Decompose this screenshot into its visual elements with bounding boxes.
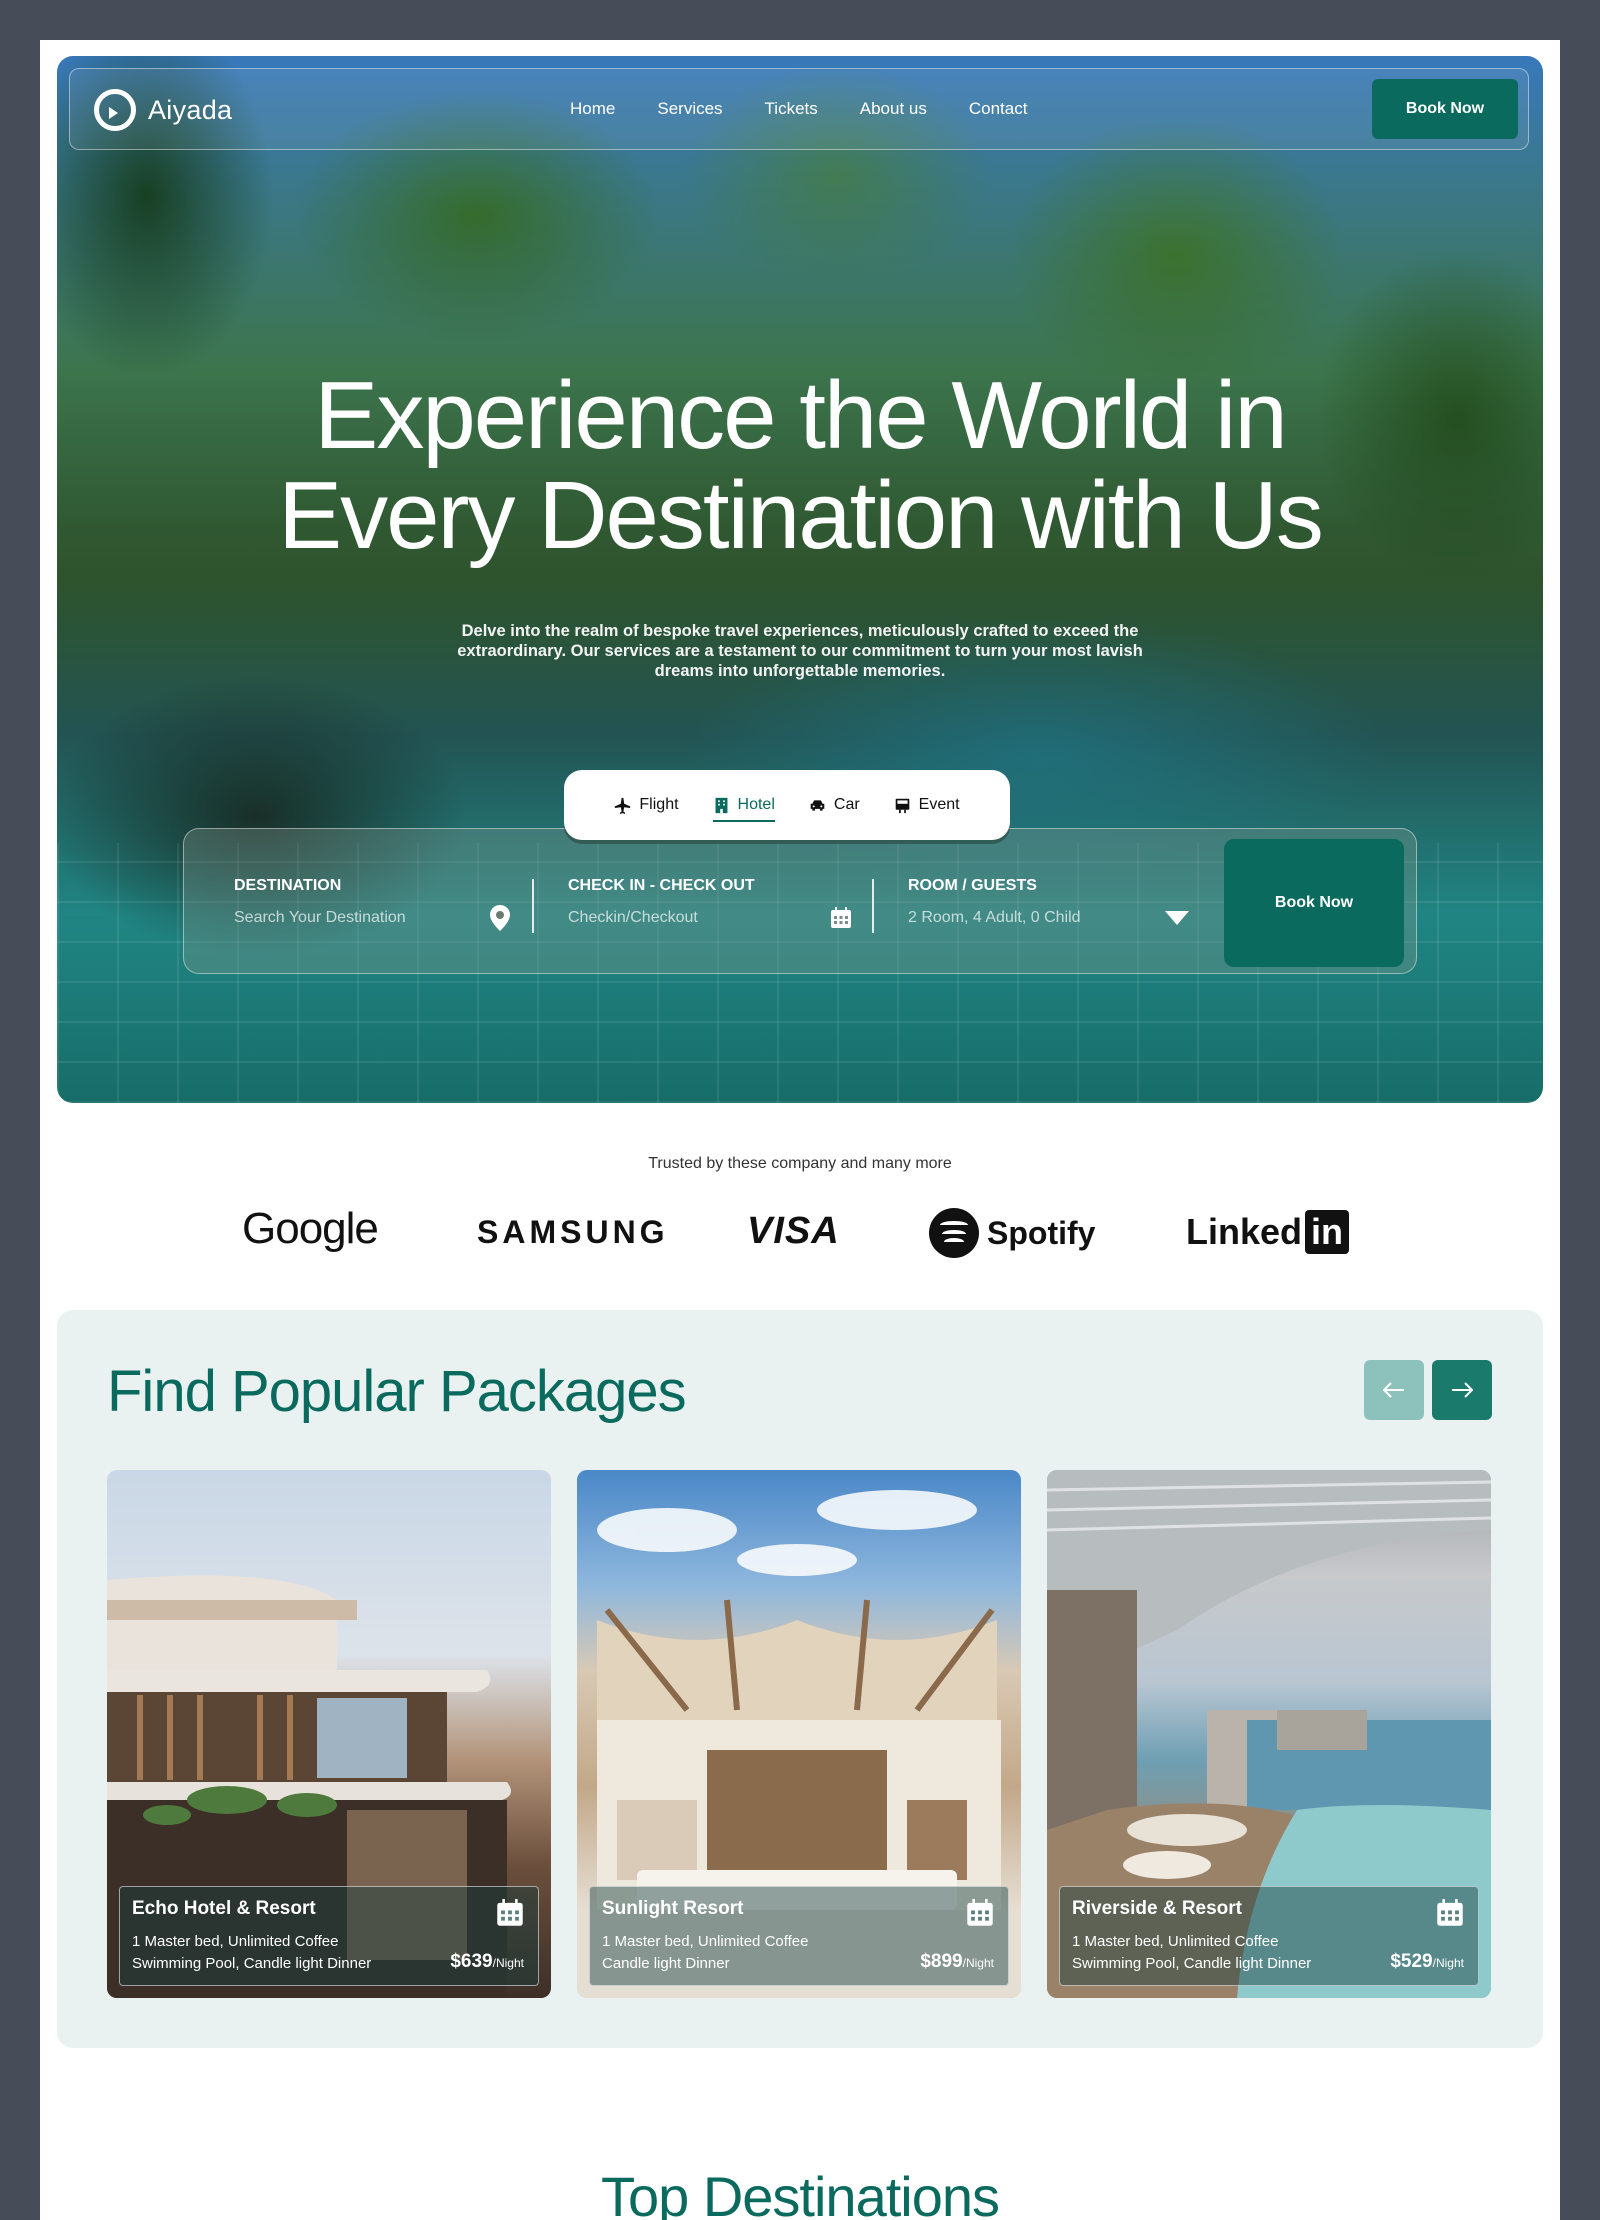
package-amenities-line-2: Swimming Pool, Candle light Dinner	[1072, 1955, 1312, 1972]
spotify-icon	[929, 1208, 979, 1258]
destination-label: DESTINATION	[234, 877, 342, 894]
chevron-down-icon[interactable]	[1165, 911, 1189, 925]
package-name: Riverside & Resort	[1072, 1898, 1243, 1919]
nav-link-home[interactable]: Home	[570, 99, 615, 119]
calendar-icon[interactable]	[496, 1899, 524, 1927]
spotify-logo: Spotify	[929, 1208, 1095, 1258]
calendar-icon[interactable]	[1436, 1899, 1464, 1927]
carousel-next-button[interactable]	[1432, 1360, 1492, 1420]
package-amenities-line-1: 1 Master bed, Unlimited Coffee	[602, 1933, 809, 1950]
package-description: 1 Master bed, Unlimited Coffee Candle li…	[602, 1931, 809, 1975]
package-price-value: $639	[450, 1951, 493, 1972]
location-pin-icon	[490, 905, 510, 931]
tab-event-label: Event	[918, 796, 960, 813]
visa-logo: VISA	[747, 1210, 840, 1252]
brand-logos: Google SAMSUNG VISA Spotify Linked in	[242, 1202, 1402, 1262]
package-price: $639/Night	[450, 1951, 524, 1973]
car-icon	[810, 799, 825, 811]
linkedin-logo: Linked in	[1186, 1210, 1350, 1254]
package-price-unit: /Night	[1432, 1956, 1464, 1970]
field-divider	[872, 879, 874, 933]
linkedin-in-box: in	[1305, 1210, 1350, 1254]
dates-field[interactable]: CHECK IN - CHECK OUT Checkin/Checkout	[568, 877, 755, 927]
carousel-prev-button[interactable]	[1364, 1360, 1424, 1420]
package-description: 1 Master bed, Unlimited Coffee Swimming …	[132, 1931, 371, 1975]
trusted-text: Trusted by these company and many more	[648, 1155, 952, 1172]
dates-label: CHECK IN - CHECK OUT	[568, 877, 755, 894]
tab-car-label: Car	[833, 796, 860, 813]
calendar-icon[interactable]	[966, 1899, 994, 1927]
arrow-left-icon	[1383, 1382, 1404, 1398]
hero-title-line-1: Experience the World in	[314, 362, 1287, 469]
package-price: $899/Night	[920, 1951, 994, 1973]
plane-icon	[615, 797, 631, 814]
building-icon	[715, 797, 727, 813]
nav-link-services[interactable]: Services	[657, 99, 722, 119]
booking-tabs: Flight Hotel Car Event	[564, 770, 1010, 840]
package-card[interactable]: Sunlight Resort 1 Master bed, Unlimited …	[577, 1470, 1021, 1998]
hero-section: Aiyada Home Services Tickets About us Co…	[57, 56, 1543, 1103]
spotify-wordmark: Spotify	[987, 1214, 1096, 1251]
package-card-info: Echo Hotel & Resort 1 Master bed, Unlimi…	[119, 1886, 539, 1986]
tab-hotel[interactable]: Hotel	[712, 796, 776, 822]
hero-title: Experience the World in Every Destinatio…	[57, 366, 1543, 566]
tab-flight-label: Flight	[639, 796, 679, 813]
search-book-now-button[interactable]: Book Now	[1224, 839, 1404, 967]
logo-text: Aiyada	[148, 94, 233, 125]
logo-icon	[94, 89, 136, 131]
tab-event[interactable]: Event	[894, 796, 960, 814]
popular-packages-section: Find Popular Packages Echo Hotel & Resor…	[57, 1310, 1543, 2048]
package-name: Echo Hotel & Resort	[132, 1898, 316, 1919]
package-name: Sunlight Resort	[602, 1898, 744, 1919]
package-price-unit: /Night	[492, 1956, 524, 1970]
package-price-value: $899	[920, 1951, 963, 1972]
package-amenities-line-2: Swimming Pool, Candle light Dinner	[132, 1955, 372, 1972]
tab-flight[interactable]: Flight	[614, 796, 679, 814]
arrow-right-icon	[1452, 1382, 1473, 1398]
field-divider	[532, 879, 534, 933]
guests-label: ROOM / GUESTS	[908, 877, 1037, 894]
nav-book-now-button[interactable]: Book Now	[1372, 79, 1518, 139]
package-card[interactable]: Riverside & Resort 1 Master bed, Unlimit…	[1047, 1470, 1491, 1998]
package-card[interactable]: Echo Hotel & Resort 1 Master bed, Unlimi…	[107, 1470, 551, 1998]
google-logo: Google	[242, 1204, 379, 1253]
package-card-info: Riverside & Resort 1 Master bed, Unlimit…	[1059, 1886, 1479, 1986]
nav-link-contact[interactable]: Contact	[969, 99, 1028, 119]
package-card-info: Sunlight Resort 1 Master bed, Unlimited …	[589, 1886, 1009, 1986]
package-description: 1 Master bed, Unlimited Coffee Swimming …	[1072, 1931, 1311, 1975]
package-price-unit: /Night	[962, 1956, 994, 1970]
package-amenities-line-1: 1 Master bed, Unlimited Coffee	[1072, 1933, 1279, 1950]
package-price: $529/Night	[1390, 1951, 1464, 1973]
page: Aiyada Home Services Tickets About us Co…	[40, 40, 1560, 2220]
packages-title: Find Popular Packages	[107, 1359, 687, 1424]
linkedin-wordmark: Linked	[1186, 1211, 1303, 1252]
samsung-logo: SAMSUNG	[477, 1214, 669, 1250]
tab-car[interactable]: Car	[809, 796, 860, 814]
booking-search-bar: DESTINATION Search Your Destination CHEC…	[183, 828, 1417, 974]
nav-link-about[interactable]: About us	[860, 99, 927, 119]
hero-description: Delve into the realm of bespoke travel e…	[457, 621, 1143, 680]
dates-input[interactable]: Checkin/Checkout	[568, 909, 755, 927]
package-price-value: $529	[1390, 1951, 1433, 1972]
calendar-icon	[831, 907, 851, 928]
guests-field[interactable]: ROOM / GUESTS 2 Room, 4 Adult, 0 Child	[908, 877, 1081, 927]
top-destinations-title: Top Destinations	[600, 2165, 1000, 2220]
nav-link-tickets[interactable]: Tickets	[765, 99, 818, 119]
package-amenities-line-1: 1 Master bed, Unlimited Coffee	[132, 1933, 339, 1950]
destination-input[interactable]: Search Your Destination	[234, 909, 406, 927]
hero-title-line-2: Every Destination with Us	[278, 462, 1324, 569]
destination-field[interactable]: DESTINATION Search Your Destination	[234, 877, 406, 927]
tab-hotel-label: Hotel	[737, 796, 775, 813]
guests-select[interactable]: 2 Room, 4 Adult, 0 Child	[908, 909, 1081, 927]
package-amenities-line-2: Candle light Dinner	[602, 1955, 730, 1972]
event-icon	[895, 798, 909, 813]
logo[interactable]: Aiyada	[94, 89, 232, 131]
navbar: Aiyada Home Services Tickets About us Co…	[69, 68, 1529, 150]
nav-links: Home Services Tickets About us Contact	[570, 99, 1027, 119]
